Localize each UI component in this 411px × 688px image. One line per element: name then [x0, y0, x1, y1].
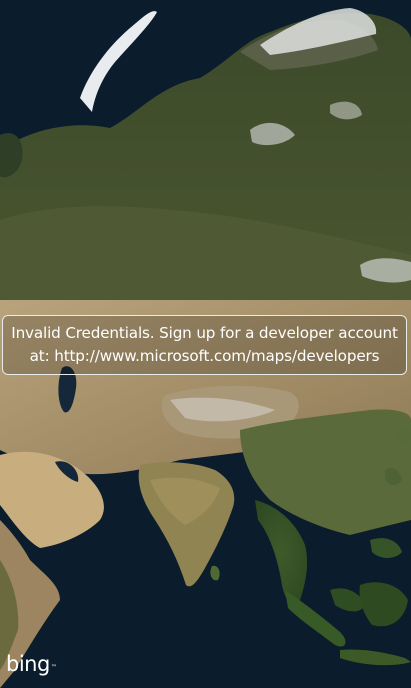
banner-line-1: Invalid Credentials. Sign up for a devel… — [11, 324, 398, 342]
banner-line-2: at: http://www.microsoft.com/maps/develo… — [29, 347, 380, 365]
invalid-credentials-banner: Invalid Credentials. Sign up for a devel… — [2, 315, 407, 375]
bing-logo-text: bing — [6, 652, 50, 676]
trademark-mark: ™ — [50, 664, 57, 671]
map-view[interactable]: Invalid Credentials. Sign up for a devel… — [0, 0, 411, 688]
bing-logo: bing™ — [6, 652, 57, 676]
